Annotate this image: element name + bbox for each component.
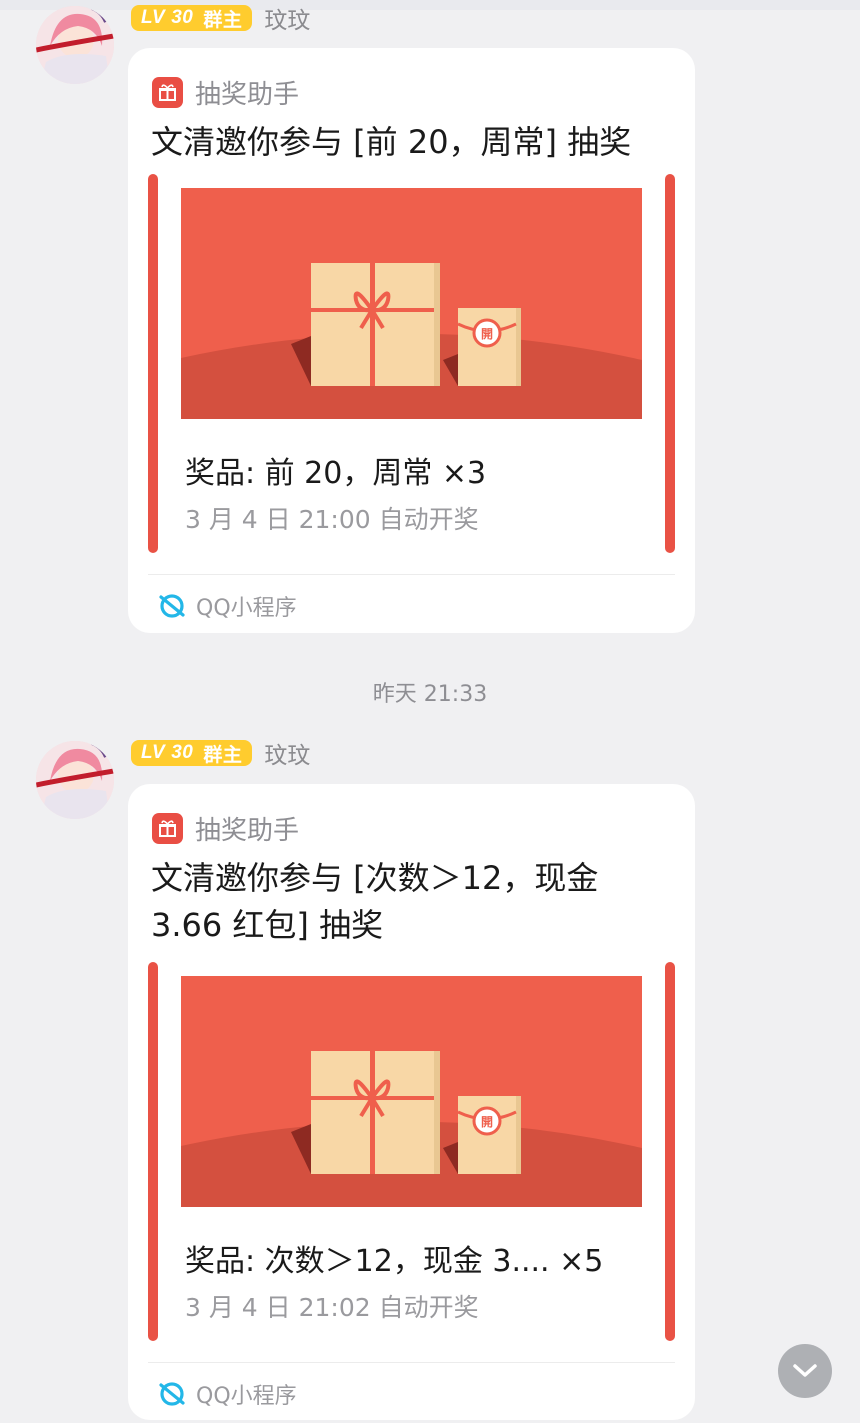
prize-name: 奖品: 前 20，周常 ×3 xyxy=(185,456,487,491)
role-label: 群主 xyxy=(203,9,243,31)
gift-icon xyxy=(152,813,183,844)
sender-nickname[interactable]: 玟玟 xyxy=(264,1,310,35)
divider xyxy=(148,574,675,575)
prize-name: 奖品: 次数＞12，现金 3.... ×5 xyxy=(185,1244,604,1279)
chat-timestamp: 昨天 21:33 xyxy=(372,682,488,707)
lottery-card[interactable]: 抽奖助手 文清邀你参与 [前 20，周常] 抽奖 開 奖品: 前 20，周常 ×… xyxy=(128,48,695,633)
level-number: 30 xyxy=(171,7,194,28)
mini-program-label: QQ小程序 xyxy=(196,1384,297,1409)
avatar[interactable] xyxy=(36,6,114,84)
draw-time: 3 月 4 日 21:02 自动开奖 xyxy=(185,1293,479,1322)
role-label: 群主 xyxy=(203,744,243,766)
divider xyxy=(148,1362,675,1363)
level-label: LV xyxy=(141,742,166,763)
top-edge xyxy=(0,0,860,10)
qq-miniprogram-icon xyxy=(159,1382,185,1406)
level-number: 30 xyxy=(171,742,194,763)
mini-program-footer: QQ小程序 xyxy=(158,1378,297,1410)
lottery-card[interactable]: 抽奖助手 文清邀你参与 [次数＞12，现金 3.66 红包] 抽奖 開 奖品: … xyxy=(128,784,695,1420)
gift-banner-image: 開 xyxy=(181,976,642,1207)
app-header: 抽奖助手 xyxy=(152,74,299,111)
accent-bar-right xyxy=(665,174,675,553)
avatar[interactable] xyxy=(36,741,114,819)
chevron-down-icon xyxy=(793,1364,817,1377)
mini-program-label: QQ小程序 xyxy=(196,596,297,621)
sender-row: LV 30 群主 玟玟 xyxy=(131,736,310,770)
card-title: 文清邀你参与 [次数＞12，现金 3.66 红包] 抽奖 xyxy=(151,859,599,944)
qq-miniprogram-icon xyxy=(159,594,185,618)
accent-bar-left xyxy=(148,174,158,553)
app-name: 抽奖助手 xyxy=(195,816,300,846)
accent-bar-right xyxy=(665,962,675,1341)
app-header: 抽奖助手 xyxy=(152,810,299,847)
level-badge: LV 30 群主 xyxy=(131,5,253,31)
app-name: 抽奖助手 xyxy=(195,80,300,110)
level-badge: LV 30 群主 xyxy=(131,740,253,766)
card-title: 文清邀你参与 [前 20，周常] 抽奖 xyxy=(151,123,632,161)
gift-icon xyxy=(152,77,183,108)
scroll-to-bottom-button[interactable] xyxy=(778,1344,832,1398)
svg-text:開: 開 xyxy=(481,1115,493,1129)
gift-banner-image: 開 xyxy=(181,188,642,419)
svg-text:開: 開 xyxy=(481,327,493,341)
accent-bar-left xyxy=(148,962,158,1341)
sender-row: LV 30 群主 玟玟 xyxy=(131,1,310,35)
prize-section[interactable]: 開 奖品: 次数＞12，现金 3.... ×5 3 月 4 日 21:02 自动… xyxy=(148,962,675,1341)
draw-time: 3 月 4 日 21:00 自动开奖 xyxy=(185,505,479,534)
sender-nickname[interactable]: 玟玟 xyxy=(264,736,310,770)
prize-section[interactable]: 開 奖品: 前 20，周常 ×3 3 月 4 日 21:00 自动开奖 xyxy=(148,174,675,553)
mini-program-footer: QQ小程序 xyxy=(158,590,297,622)
level-label: LV xyxy=(141,7,166,28)
